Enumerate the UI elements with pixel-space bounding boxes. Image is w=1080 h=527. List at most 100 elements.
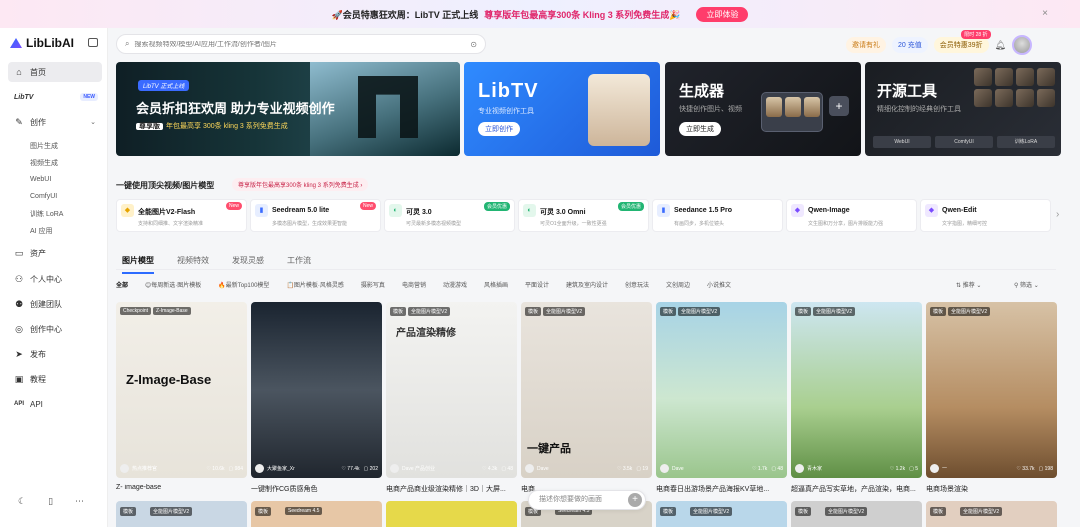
chip-webui[interactable]: WebUI	[873, 136, 931, 148]
filter-chip[interactable]: 小说推文	[707, 280, 731, 289]
model-card[interactable]: ◆ Qwen-Image 文生图和万分享，图片排版能力强	[786, 199, 917, 232]
hero-banner-opensource[interactable]: 开源工具 精细化控制的经典创作工具 WebUI ComfyUI 训练LoRA	[865, 62, 1061, 156]
filter-chip[interactable]: 全部	[116, 280, 128, 289]
theme-icon[interactable]: ☾	[18, 496, 26, 507]
card-meta: 青木家 ♡ 1.2k ▢ 5	[795, 464, 918, 473]
filter-chip[interactable]: 文创周边	[666, 280, 690, 289]
filter-chip[interactable]: 创意玩法	[625, 280, 649, 289]
brand-logo[interactable]: LibLibAI	[10, 36, 74, 50]
gallery-card[interactable]: 模板 全能图片模型V2	[116, 501, 247, 527]
filter-chip[interactable]: 建筑及室内设计	[566, 280, 608, 289]
sidebar-item-tutorial[interactable]: ▣ 教程	[8, 369, 102, 389]
search-input[interactable]	[134, 40, 466, 48]
card-tag: 模板	[930, 307, 947, 316]
gallery-card[interactable]: 大聚鱼家_Xr ♡ 77.4k ▢ 202	[251, 302, 382, 478]
avatar[interactable]	[1011, 35, 1032, 55]
close-icon[interactable]: ×	[1042, 8, 1048, 19]
sidebar-item-api[interactable]: API API	[8, 394, 102, 414]
bell-icon[interactable]: 🔔︎	[995, 40, 1006, 51]
model-card[interactable]: ◐ 可灵 3.0 Omni 可灵O1全面升级，一致性更强 会员优惠	[518, 199, 649, 232]
filter-chip[interactable]: 📋图片模板·风格灵感	[286, 280, 343, 289]
more-icon[interactable]: ⋯	[75, 496, 84, 507]
chevron-right-icon[interactable]: ›	[1056, 209, 1059, 220]
gallery-card[interactable]: 模板 全能图片模型V2 一键产品 Dave ♡ 3.5k ▢ 19	[521, 302, 652, 478]
invite-button[interactable]: 邀请有礼	[846, 37, 886, 53]
card-caption[interactable]: 电商产品商业级渲染精修｜3D｜大屏...	[386, 484, 517, 494]
model-card[interactable]: ▮ Seedance 1.5 Pro 有画同步，多机位镜头	[652, 199, 783, 232]
tab-video-effects[interactable]: 视频特效	[177, 255, 209, 274]
mobile-icon[interactable]: ▯	[48, 496, 53, 507]
sidebar-item-publish[interactable]: ➤ 发布	[8, 344, 102, 364]
gallery-card[interactable]: 模板 全能图片模型V2	[791, 501, 922, 527]
gallery-card[interactable]: 模板 Seedream 4.5	[251, 501, 382, 527]
sidebar-item-team[interactable]: ⚉ 创建团队	[8, 294, 102, 314]
model-card[interactable]: ◆ Qwen-Edit 文字指图，精细可控	[920, 199, 1051, 232]
sidebar-subitem-webui[interactable]: WebUI	[8, 171, 102, 188]
card-likes: ♡ 10.6k	[206, 465, 225, 472]
gallery-card[interactable]	[386, 501, 517, 527]
tab-image-models[interactable]: 图片模型	[122, 255, 154, 274]
card-author[interactable]: Dave	[537, 466, 549, 472]
filter-chip[interactable]: 🔥最新Top100模型	[218, 280, 269, 289]
model-card[interactable]: ◆ 全能图片V2-Flash 支持和同细推、文字渲染精准 New	[116, 199, 247, 232]
sidebar-item-assets[interactable]: ▭ 资产	[8, 243, 102, 263]
card-author[interactable]: 热点推荐官	[132, 465, 157, 472]
card-caption[interactable]: 电商场景渲染	[926, 484, 1057, 494]
sidebar-subitem-image-gen[interactable]: 图片生成	[8, 137, 102, 154]
hero-banner-libtv[interactable]: LibTV 专业视频创作工具 立即创作	[464, 62, 660, 156]
chip-train-lora[interactable]: 训练LoRA	[997, 136, 1055, 148]
image-search-icon[interactable]: ⊙	[470, 40, 477, 49]
model-card[interactable]: ▮ Seedream 5.0 lite 多模态图片模型，生成效果更智能 New	[250, 199, 381, 232]
promo-cta-button[interactable]: 立即体验	[696, 6, 749, 22]
filter-button[interactable]: ⚲ 筛选 ⌄	[1014, 280, 1039, 289]
sidebar-subitem-train-lora[interactable]: 训练 LoRA	[8, 205, 102, 222]
avatar	[255, 464, 264, 473]
hero-banner-generator[interactable]: 生成器 快捷创作图片、视频 立即生成 +	[665, 62, 861, 156]
sidebar-item-home[interactable]: ⌂ 首页	[8, 62, 102, 82]
card-author[interactable]: 一	[942, 465, 947, 472]
tab-workflows[interactable]: 工作流	[287, 255, 311, 274]
filter-chip[interactable]: 电商营销	[402, 280, 426, 289]
search-bar[interactable]: ⌕ ⊙	[116, 34, 486, 54]
recharge-button[interactable]: 20 充值	[892, 37, 928, 53]
card-caption[interactable]: Z- image-base	[116, 484, 247, 491]
create-now-button[interactable]: 立即创作	[478, 122, 520, 136]
model-card[interactable]: ◐ 可灵 3.0 可灵最新多模态视频模型 会员优惠	[384, 199, 515, 232]
card-author[interactable]: 青木家	[807, 465, 822, 472]
plus-icon[interactable]: +	[628, 493, 642, 507]
card-author[interactable]: Dave 产品创业	[402, 465, 435, 472]
gallery-card[interactable]: 模板 全能图片模型V2	[926, 501, 1057, 527]
chip-comfyui[interactable]: ComfyUI	[935, 136, 993, 148]
sidebar-item-create[interactable]: ✎ 创作 ⌄	[8, 112, 102, 132]
sidebar-subitem-comfyui[interactable]: ComfyUI	[8, 188, 102, 205]
gallery-card[interactable]: 模板 全能图片模型V2 产品渲染精修 Dave 产品创业 ♡ 4.3k ▢ 48	[386, 302, 517, 478]
hero-banner-promo[interactable]: LibTV 正式上线 会员折扣狂欢周 助力专业视频创作 尊享版 年包最高享 300…	[116, 62, 460, 156]
models-promo-link[interactable]: 尊享版年包最高享300条 kling 3 系列免费生成 ›	[232, 178, 369, 191]
sidebar-subitem-video-gen[interactable]: 视频生成	[8, 154, 102, 171]
card-author[interactable]: 大聚鱼家_Xr	[267, 465, 295, 472]
sidebar-subitem-ai-apps[interactable]: AI 应用	[8, 222, 102, 239]
filter-chip[interactable]: 平面设计	[525, 280, 549, 289]
card-author[interactable]: Dave	[672, 466, 684, 472]
sort-dropdown[interactable]: ⇅ 推荐 ⌄	[956, 280, 981, 289]
gallery-card[interactable]: 模板 全能图片模型V2	[656, 501, 787, 527]
vip-button[interactable]: 会员特惠39折 限时 28 折	[933, 30, 991, 53]
sidebar-item-libtv[interactable]: LibTV NEW	[8, 87, 102, 107]
prompt-input[interactable]: 描述你想要做的画面 +	[528, 490, 646, 510]
gallery-card[interactable]: 模板 全能图片模型V2 青木家 ♡ 1.2k ▢ 5	[791, 302, 922, 478]
filter-chip[interactable]: 摄影写真	[361, 280, 385, 289]
sidebar-collapse-icon[interactable]	[88, 38, 98, 47]
generate-now-button[interactable]: 立即生成	[679, 122, 721, 136]
card-caption[interactable]: 电商春日出游场景产品海报KV草地...	[656, 484, 787, 494]
filter-chip[interactable]: 😊每周新选·图片模板	[145, 280, 201, 289]
sidebar-item-profile[interactable]: ⚇ 个人中心	[8, 269, 102, 289]
sidebar-item-studio[interactable]: ◎ 创作中心	[8, 319, 102, 339]
gallery-card[interactable]: 模板 全能图片模型V2 Dave ♡ 1.7k ▢ 48	[656, 302, 787, 478]
card-caption[interactable]: 一键制作CG质感角色	[251, 484, 382, 494]
card-caption[interactable]: 超逼真产品写实草地，产品渲染，电商...	[791, 484, 922, 494]
gallery-card[interactable]: Checkpoint Z-Image-Base Z-Image-Base 热点推荐官 ♡…	[116, 302, 247, 478]
filter-chip[interactable]: 风格插画	[484, 280, 508, 289]
tab-discover[interactable]: 发现灵感	[232, 255, 264, 274]
filter-chip[interactable]: 动漫游戏	[443, 280, 467, 289]
gallery-card[interactable]: 模板 全能图片模型V2 一 ♡ 33.7k ▢ 198	[926, 302, 1057, 478]
